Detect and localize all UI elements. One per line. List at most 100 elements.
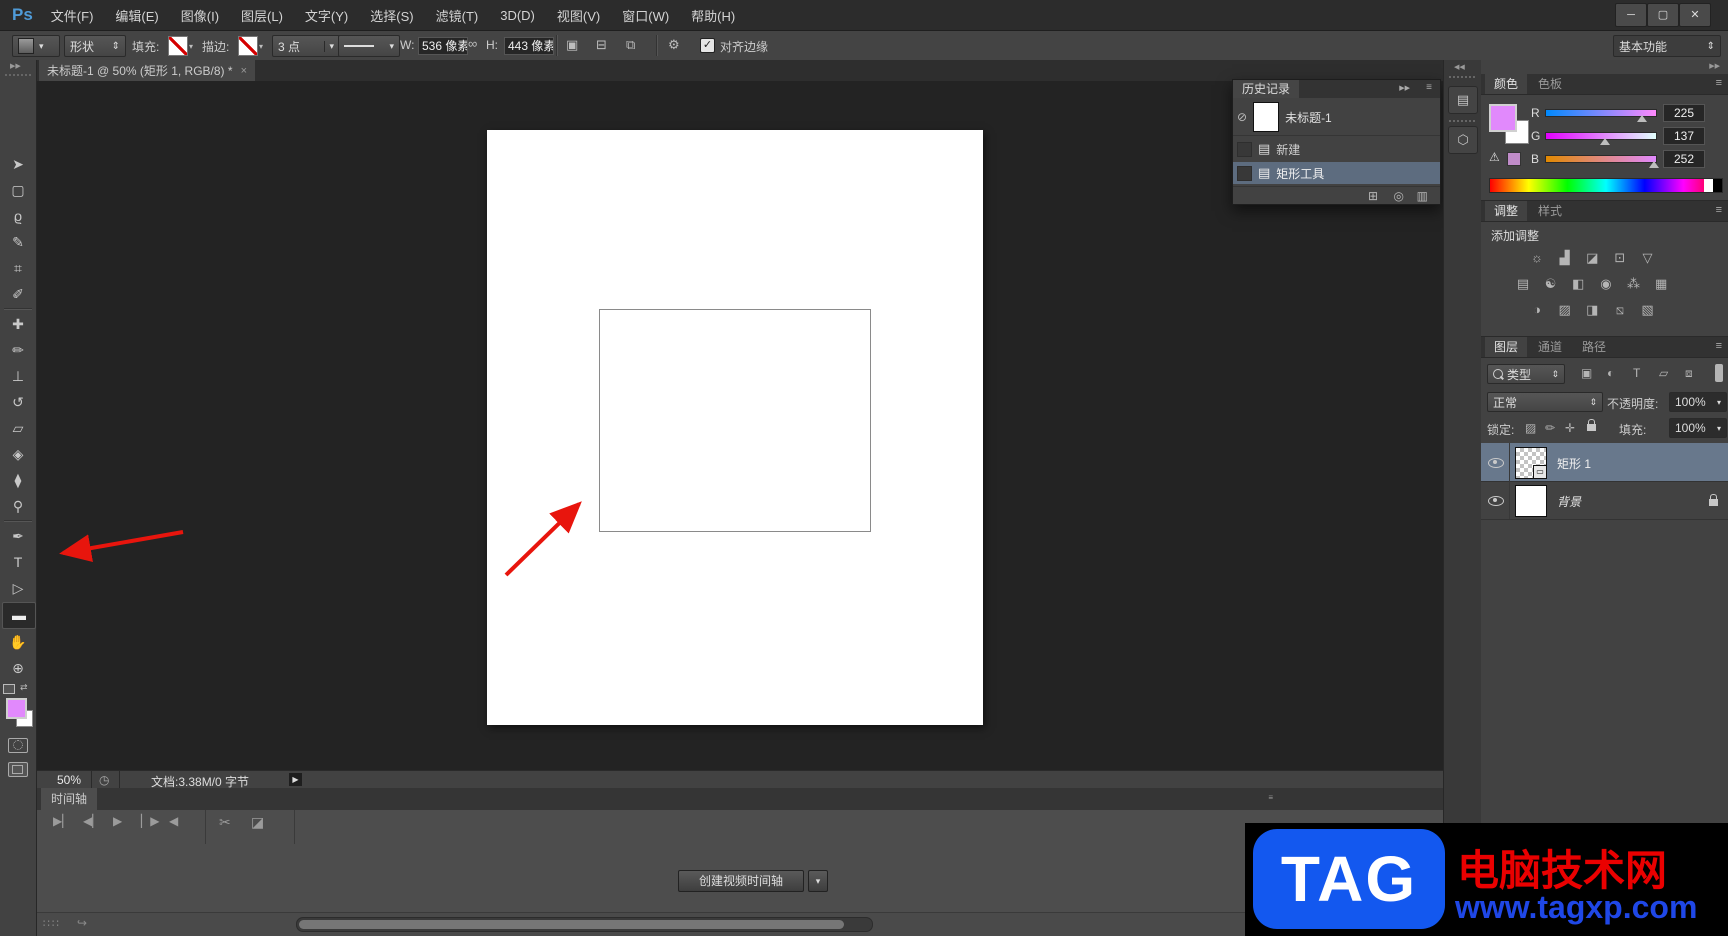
clone-stamp-tool[interactable]: ⊥	[2, 364, 34, 389]
green-slider-thumb[interactable]	[1600, 138, 1610, 145]
stroke-swatch[interactable]	[238, 36, 258, 56]
dodge-tool[interactable]: ⚲	[2, 494, 34, 519]
tab-paths[interactable]: 路径	[1573, 337, 1615, 357]
exposure-icon[interactable]: ⊡	[1608, 249, 1632, 267]
panel-menu-icon[interactable]: ≡	[1268, 793, 1273, 802]
workspace-switcher[interactable]: 基本功能 ⇕	[1613, 35, 1721, 57]
scrollbar-thumb[interactable]	[299, 920, 844, 929]
filter-pixel-layers-icon[interactable]: ▣	[1581, 366, 1592, 380]
close-button[interactable]: ✕	[1679, 3, 1711, 27]
spot-healing-brush-tool[interactable]: ✚	[2, 312, 34, 337]
white-chip[interactable]	[1704, 179, 1713, 192]
layer-thumbnail[interactable]	[1515, 485, 1547, 517]
gear-icon[interactable]: ⚙	[668, 37, 680, 53]
blur-tool[interactable]: ⧫	[2, 468, 34, 493]
color-balance-icon[interactable]: ☯	[1539, 275, 1563, 293]
render-grid-icon[interactable]: ∷∷	[43, 917, 61, 930]
new-document-from-state-icon[interactable]: ⊞	[1368, 189, 1378, 203]
fill-dropdown-icon[interactable]: ▾	[189, 42, 193, 51]
horizontal-scrollbar[interactable]	[296, 917, 873, 932]
invert-icon[interactable]: ◑	[1525, 301, 1549, 319]
black-white-icon[interactable]: ◧	[1566, 275, 1590, 293]
filtering-toggle[interactable]	[1715, 364, 1723, 382]
selective-color-icon[interactable]: ▧	[1636, 301, 1660, 319]
history-tab[interactable]: 历史记录	[1233, 80, 1300, 98]
layer-name[interactable]: 背景	[1557, 493, 1581, 510]
flip-arrow-icon[interactable]: ↪	[77, 916, 87, 930]
collapse-panel-icon[interactable]: ▶▶	[1399, 84, 1410, 92]
previous-frame-button[interactable]: ◀▏	[83, 814, 101, 844]
lock-move-icon[interactable]: ✛	[1565, 421, 1575, 435]
stroke-dropdown-icon[interactable]: ▾	[259, 42, 263, 51]
fill-dropdown[interactable]: 100% ▾	[1669, 418, 1727, 438]
paint-bucket-tool[interactable]: ◈	[2, 442, 34, 467]
tool-preset-picker[interactable]: ▾	[12, 35, 60, 57]
collapse-dock-icon[interactable]: ▶▶	[1709, 62, 1720, 70]
eraser-tool[interactable]: ▱	[2, 416, 34, 441]
quick-mask-button[interactable]	[8, 738, 28, 753]
audio-mute-button[interactable]: ◀	[169, 814, 178, 844]
lasso-tool[interactable]: ϱ	[2, 204, 34, 229]
new-snapshot-camera-icon[interactable]: ◎	[1394, 189, 1404, 203]
collapsed-properties-panel-button[interactable]: ▤	[1448, 86, 1478, 114]
transition-icon[interactable]: ◪	[251, 814, 264, 844]
panel-grip[interactable]	[1449, 76, 1475, 78]
quick-selection-tool[interactable]: ✎	[2, 230, 34, 255]
document-tab[interactable]: 未标题-1 @ 50% (矩形 1, RGB/8) * ×	[39, 60, 255, 81]
blue-slider-thumb[interactable]	[1649, 161, 1659, 168]
menu-view[interactable]: 视图(V)	[557, 6, 600, 25]
foreground-color-swatch[interactable]	[6, 698, 27, 719]
layer-row-background[interactable]: 背景	[1481, 481, 1728, 520]
hue-saturation-icon[interactable]: ▤	[1511, 275, 1535, 293]
timeline-tab[interactable]: 时间轴	[41, 788, 98, 810]
menu-edit[interactable]: 编辑(E)	[115, 6, 158, 25]
zoom-level-field[interactable]: 50%	[57, 773, 81, 787]
panel-menu-icon[interactable]: ≡	[1716, 204, 1722, 216]
width-field[interactable]: 536 像素	[418, 37, 468, 55]
scissors-icon[interactable]: ✂	[219, 814, 231, 844]
panel-grip[interactable]	[1449, 120, 1475, 122]
stroke-width-input[interactable]: 3 点 ▾	[272, 35, 340, 57]
brush-tool[interactable]: ✏	[2, 338, 34, 363]
minimize-button[interactable]: ─	[1615, 3, 1647, 27]
photo-filter-icon[interactable]: ◉	[1594, 275, 1618, 293]
green-value-field[interactable]: 137	[1663, 127, 1705, 145]
tab-swatches[interactable]: 色板	[1529, 74, 1571, 94]
channel-mixer-icon[interactable]: ⁂	[1622, 275, 1646, 293]
lock-paint-icon[interactable]: ✏	[1545, 421, 1555, 435]
path-operations-icon[interactable]: ▣	[566, 37, 578, 53]
tool-mode-dropdown[interactable]: 形状 ⇕	[64, 35, 126, 57]
layer-name[interactable]: 矩形 1	[1557, 455, 1591, 472]
vibrance-icon[interactable]: ▽	[1636, 249, 1660, 267]
threshold-icon[interactable]: ◨	[1580, 301, 1604, 319]
filter-shape-layers-icon[interactable]: ▱	[1659, 366, 1668, 380]
tab-adjustments[interactable]: 调整	[1485, 201, 1528, 221]
panel-menu-icon[interactable]: ≡	[1426, 82, 1432, 93]
red-value-field[interactable]: 225	[1663, 104, 1705, 122]
tab-styles[interactable]: 样式	[1529, 201, 1571, 221]
menu-image[interactable]: 图像(I)	[181, 6, 219, 25]
history-brush-tool[interactable]: ↺	[2, 390, 34, 415]
panel-menu-icon[interactable]: ≡	[1716, 77, 1722, 89]
black-chip[interactable]	[1713, 179, 1722, 192]
history-snapshot-row[interactable]: ⊘ 未标题-1	[1233, 100, 1440, 134]
eyedropper-tool[interactable]: ✐	[2, 282, 34, 307]
gamut-warning-icon[interactable]: ⚠	[1489, 150, 1500, 164]
fill-swatch[interactable]	[168, 36, 188, 56]
path-alignment-icon[interactable]: ⊟	[596, 37, 607, 53]
document-page[interactable]	[487, 130, 983, 725]
visibility-toggle[interactable]	[1481, 443, 1510, 481]
filter-smart-object-icon[interactable]: ⧈	[1685, 366, 1693, 381]
tab-channels[interactable]: 通道	[1529, 337, 1571, 357]
hand-tool[interactable]: ✋	[2, 630, 34, 655]
path-arrangement-icon[interactable]: ⧉	[626, 37, 635, 53]
blue-slider-track[interactable]	[1545, 155, 1657, 163]
filter-adjustment-layers-icon[interactable]: ◐	[1607, 366, 1614, 380]
posterize-icon[interactable]: ▨	[1553, 301, 1577, 319]
red-slider-thumb[interactable]	[1637, 115, 1647, 122]
pen-tool[interactable]: ✒	[2, 524, 34, 549]
zoom-tool[interactable]: ⊕	[2, 656, 34, 681]
clock-icon[interactable]: ◷	[99, 773, 109, 787]
default-colors-icon[interactable]	[3, 684, 15, 694]
curves-icon[interactable]: ◪	[1580, 249, 1604, 267]
